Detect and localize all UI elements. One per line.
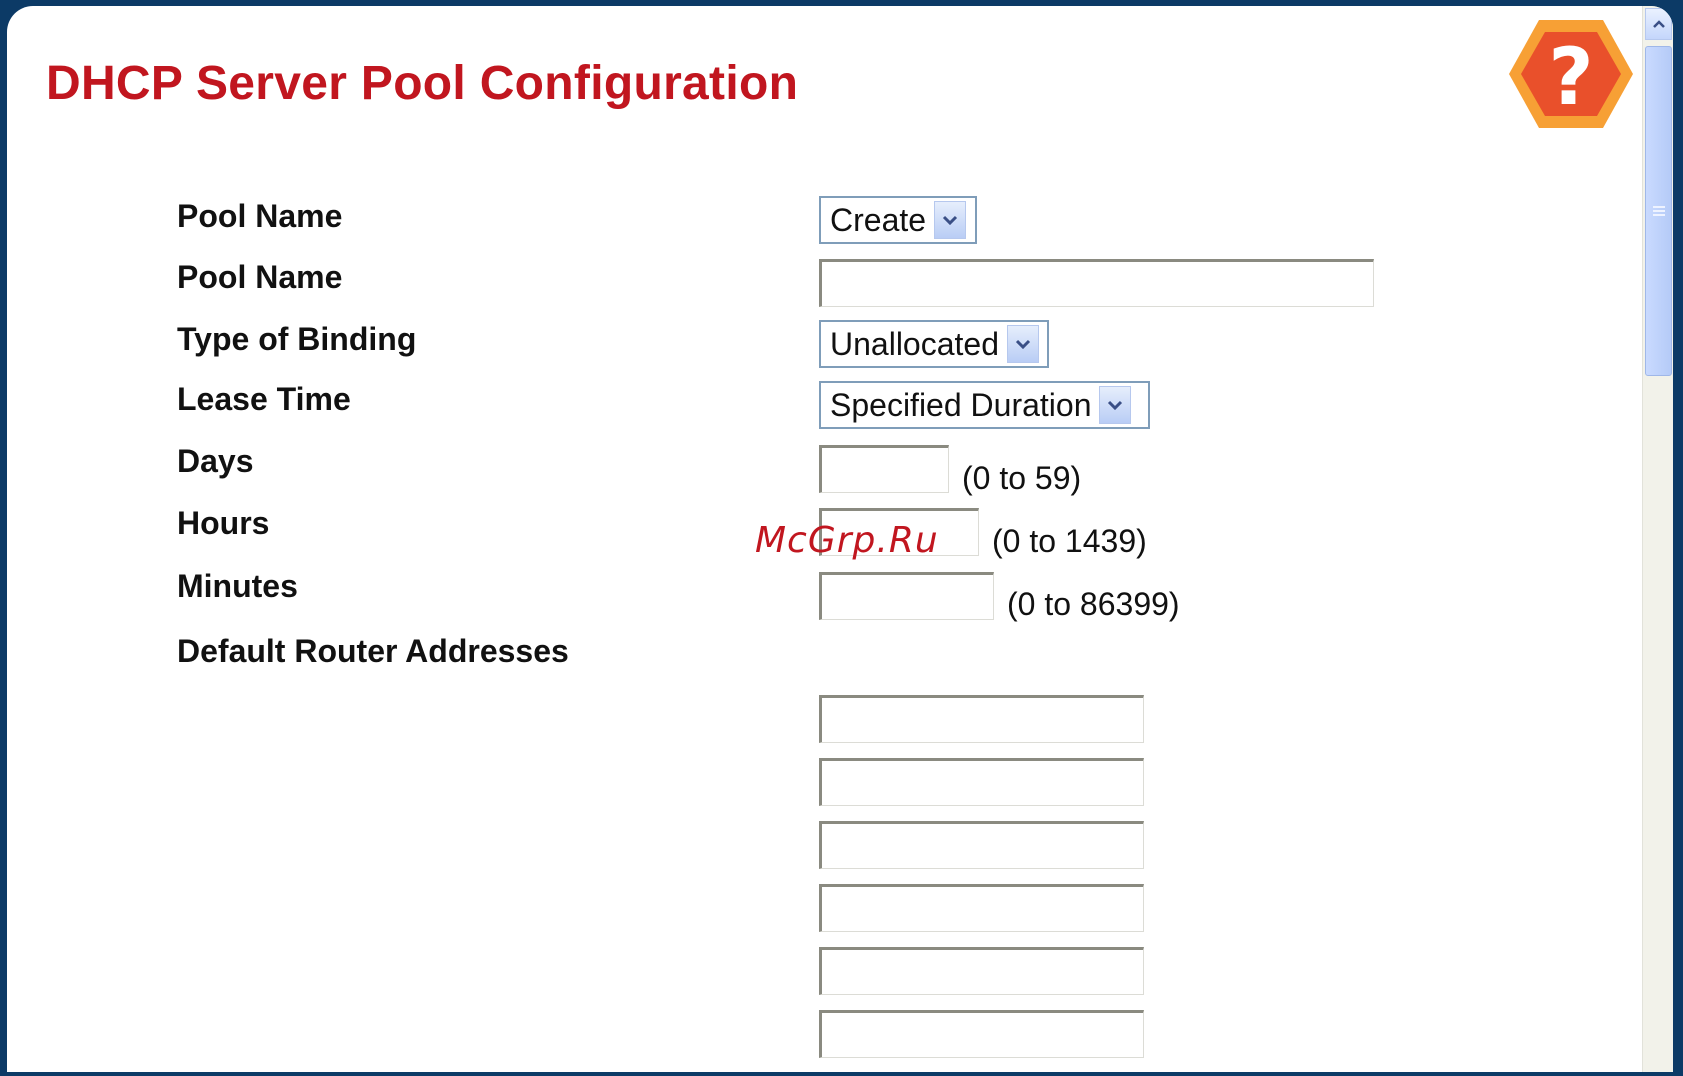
default-router-address-2[interactable] [819,758,1144,806]
pool-name-input[interactable] [819,259,1374,307]
chevron-up-icon [1652,19,1665,28]
minutes-input[interactable] [819,572,994,620]
pool-select-label: Pool Name [177,198,343,234]
page-title: DHCP Server Pool Configuration [46,57,799,110]
default-router-address-4[interactable] [819,884,1144,932]
default-router-address-6[interactable] [819,1010,1144,1058]
chevron-down-icon [934,201,967,239]
days-input[interactable] [819,445,949,493]
days-label: Days [177,443,254,479]
chevron-down-icon [1099,386,1132,424]
minutes-range-hint: (0 to 86399) [1007,586,1180,622]
default-router-label: Default Router Addresses [177,633,569,669]
chevron-down-icon [1007,325,1039,363]
grip-icon [1652,206,1665,216]
minutes-label: Minutes [177,568,298,604]
help-button[interactable]: ? [1507,18,1635,130]
lease-time-label: Lease Time [177,381,351,417]
vertical-scrollbar[interactable] [1642,6,1673,1072]
help-icon: ? [1509,20,1633,128]
default-router-address-3[interactable] [819,821,1144,869]
scroll-thumb[interactable] [1645,46,1672,376]
lease-time-value: Specified Duration [830,386,1092,423]
scroll-up-button[interactable] [1645,8,1672,40]
binding-type-dropdown[interactable]: Unallocated [819,320,1049,368]
hours-range-hint: (0 to 1439) [992,523,1147,559]
days-range-hint: (0 to 59) [962,460,1082,496]
pool-name-label: Pool Name [177,259,343,295]
binding-type-label: Type of Binding [177,321,417,357]
lease-time-dropdown[interactable]: Specified Duration [819,381,1150,429]
binding-type-value: Unallocated [830,325,999,362]
watermark: McGrp.Ru [755,520,939,561]
hours-label: Hours [177,505,270,541]
pool-select-value: Create [830,201,927,238]
content-window: DHCP Server Pool Configuration ? Pool Na… [7,6,1673,1072]
default-router-address-5[interactable] [819,947,1144,995]
default-router-address-1[interactable] [819,695,1144,743]
pool-select-dropdown[interactable]: Create [819,196,977,244]
help-glyph: ? [1548,33,1593,123]
